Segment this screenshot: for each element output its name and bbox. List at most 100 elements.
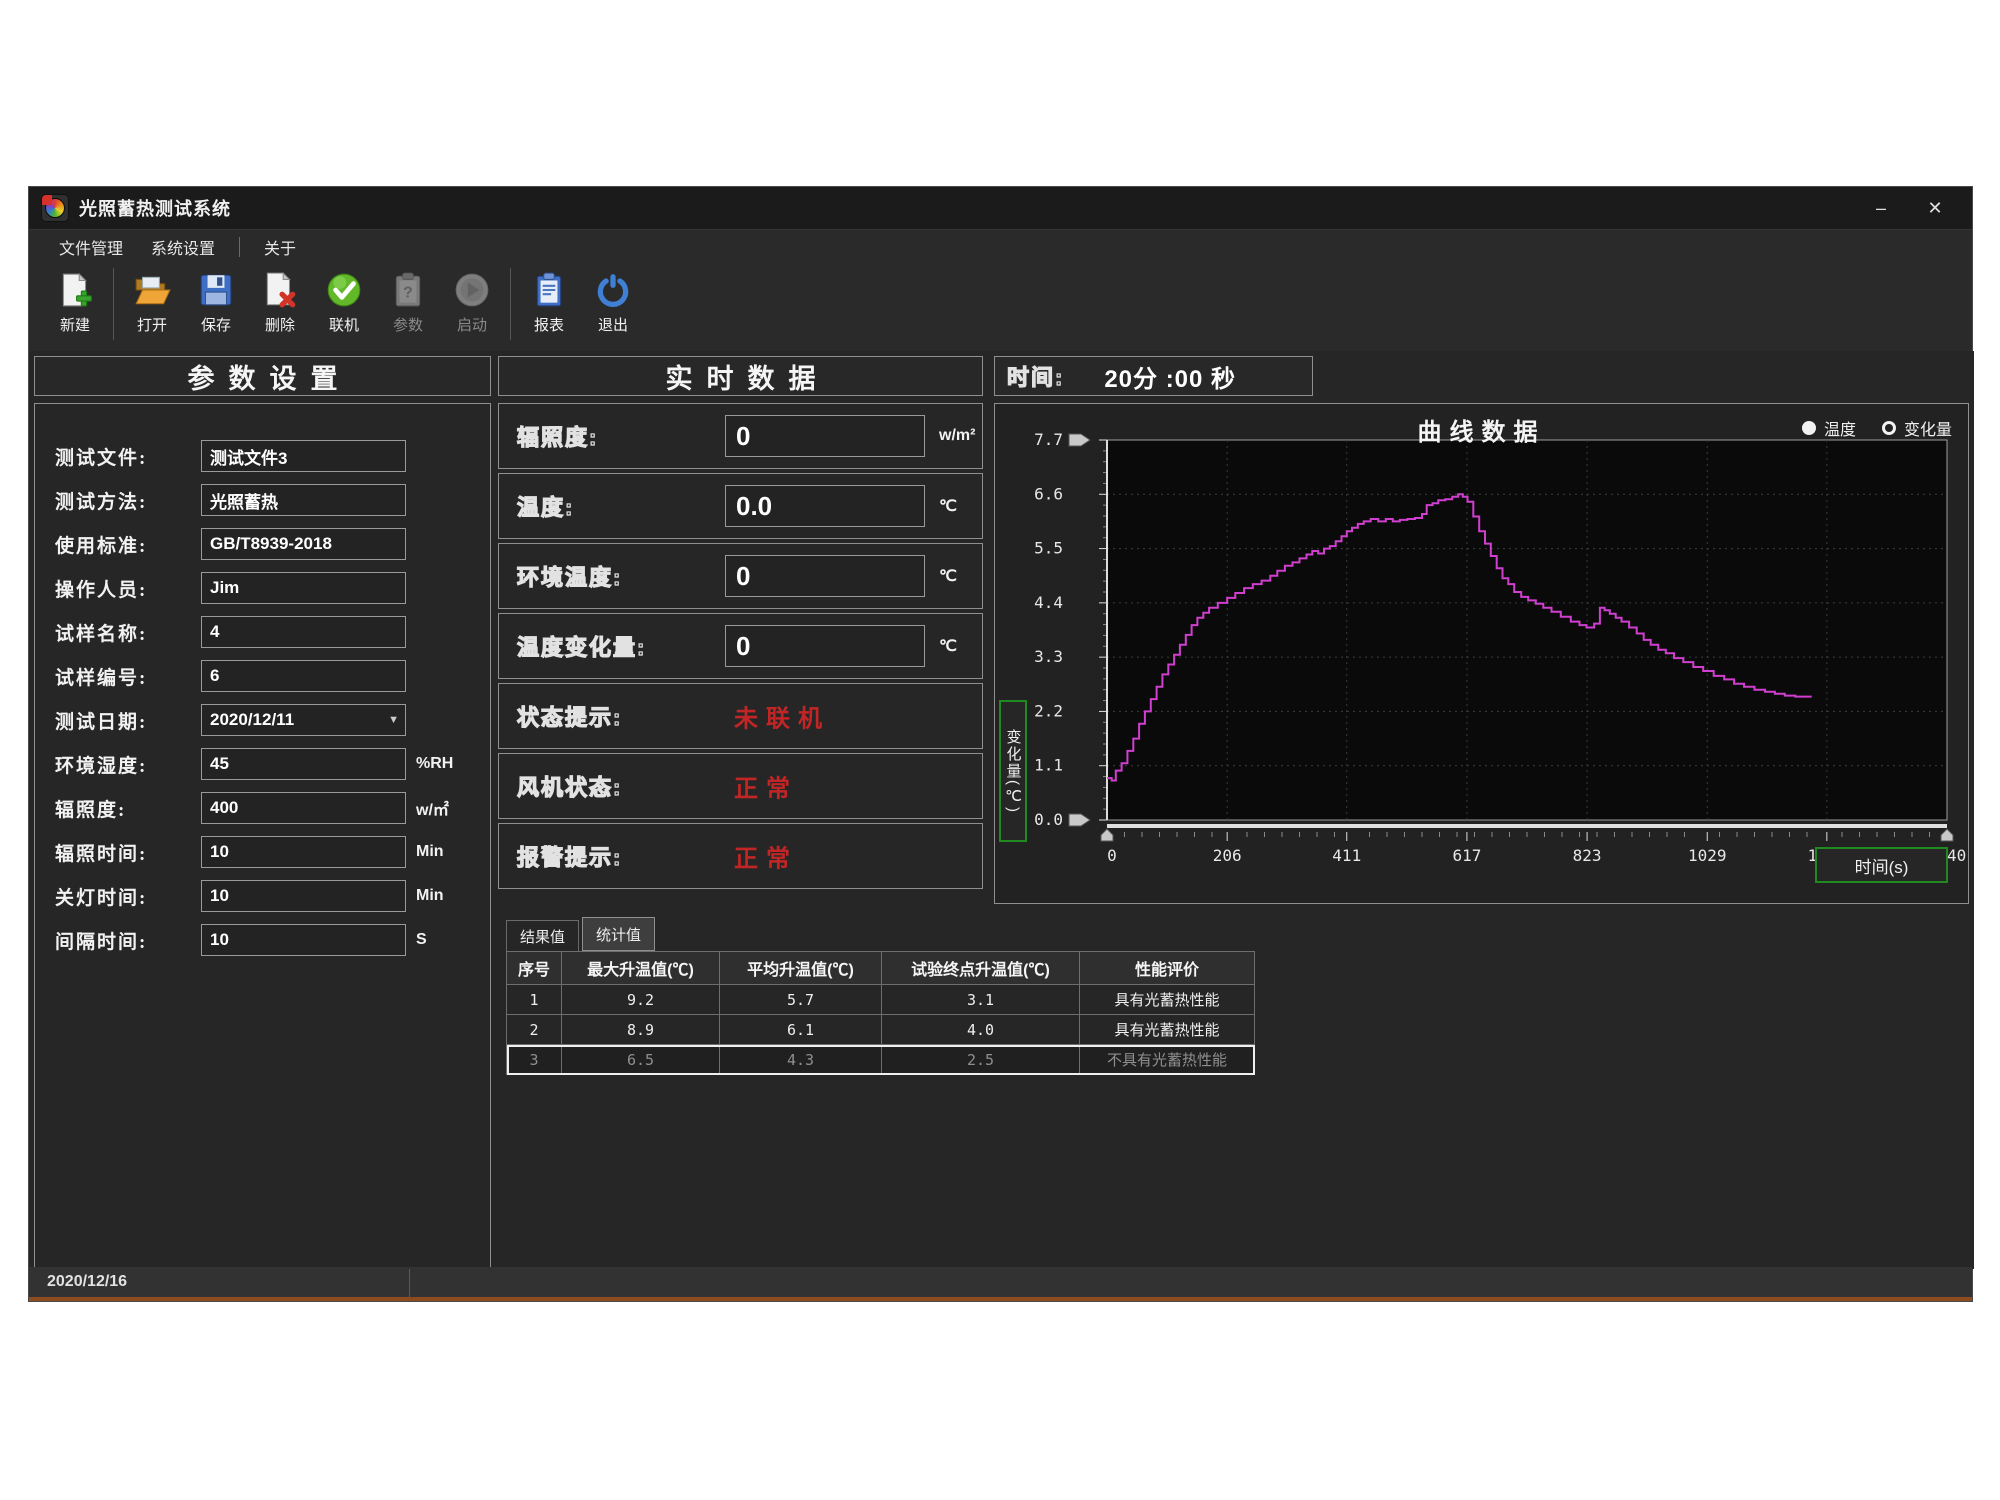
time-panel: 时间: 20分 :00 秒 <box>994 356 1313 396</box>
toolbar-new-doc-button[interactable]: 新建 <box>43 264 107 346</box>
param-text-input[interactable]: 10 <box>201 880 406 912</box>
param-value: 6 <box>202 666 219 686</box>
realtime-group-4: 温度变化量:0℃ <box>498 613 983 679</box>
menu-item-1[interactable]: 文件管理 <box>45 230 137 264</box>
param-text-input[interactable]: 45 <box>201 748 406 780</box>
result-row-1[interactable]: 19.25.73.1具有光蓄热性能 <box>507 985 1255 1015</box>
tab-result-values[interactable]: 结果值 <box>506 920 579 951</box>
app-window: 光照蓄热测试系统 – ✕ 文件管理系统设置关于 新建打开保存删除联机?参数启动报… <box>28 186 1973 1302</box>
x-slider-handle[interactable] <box>1101 829 1113 841</box>
param-text-input[interactable]: GB/T8939-2018 <box>201 528 406 560</box>
x-slider-handle[interactable] <box>1941 829 1953 841</box>
date-select[interactable]: 2020/12/11 <box>201 704 406 736</box>
realtime-value-box: 0 <box>725 625 925 667</box>
param-text-input[interactable]: 400 <box>201 792 406 824</box>
toolbar-button-label: 退出 <box>598 314 628 335</box>
menu-item-3[interactable]: 关于 <box>250 230 310 264</box>
toolbar-button-label: 报表 <box>534 314 564 335</box>
results-column-header: 最大升温值(℃) <box>562 952 720 985</box>
y-tick-label: 5.5 <box>1034 539 1063 558</box>
toolbar: 新建打开保存删除联机? 参数 启动 报表 退出 <box>29 264 1972 354</box>
param-value: 2020/12/11 <box>202 710 294 730</box>
toolbar-report-clipboard-button[interactable]: 报表 <box>517 264 581 346</box>
result-cell: 3.1 <box>882 985 1080 1015</box>
param-label: 试样名称: <box>35 619 201 646</box>
svg-text:?: ? <box>403 284 413 301</box>
param-unit: S <box>416 931 427 949</box>
param-row: 试样编号:6 <box>35 660 490 692</box>
results-column-header: 序号 <box>507 952 562 985</box>
toolbar-start-play-button: 启动 <box>440 264 504 346</box>
status-label: 状态提示: <box>517 700 622 732</box>
result-cell: 不具有光蓄热性能 <box>1080 1045 1255 1075</box>
y-slider-handle[interactable] <box>1069 814 1090 826</box>
param-label: 使用标准: <box>35 531 201 558</box>
param-text-input[interactable]: Jim <box>201 572 406 604</box>
legend-radio-temperature[interactable]: 温度 <box>1802 416 1856 440</box>
result-cell: 3 <box>507 1045 562 1075</box>
menu-item-2[interactable]: 系统设置 <box>137 230 229 264</box>
param-value: 10 <box>202 886 229 906</box>
delete-doc-icon <box>260 270 300 310</box>
y-tick-label: 1.1 <box>1034 756 1063 775</box>
toolbar-button-label: 删除 <box>265 314 295 335</box>
results-section: 结果值 统计值 序号最大升温值(℃)平均升温值(℃)试验终点升温值(℃)性能评价… <box>506 917 1255 1075</box>
param-unit: Min <box>416 887 444 905</box>
param-text-input[interactable]: 测试文件3 <box>201 440 406 472</box>
toolbar-exit-power-button[interactable]: 退出 <box>581 264 645 346</box>
status-group-3: 报警提示:正常 <box>498 823 983 889</box>
x-scroll-track[interactable] <box>1107 824 1947 828</box>
status-value: 未联机 <box>734 699 830 734</box>
time-value: 20分 :00 秒 <box>1104 359 1236 394</box>
result-cell: 2 <box>507 1015 562 1045</box>
toolbar-online-check-button[interactable]: 联机 <box>312 264 376 346</box>
toolbar-save-floppy-button[interactable]: 保存 <box>184 264 248 346</box>
param-text-input[interactable]: 10 <box>201 836 406 868</box>
x-axis-label: 时间(s) <box>1815 847 1948 883</box>
results-header-row: 序号最大升温值(℃)平均升温值(℃)试验终点升温值(℃)性能评价 <box>507 952 1255 985</box>
param-text-input[interactable]: 6 <box>201 660 406 692</box>
result-cell: 6.5 <box>562 1045 720 1075</box>
param-label: 辐照度: <box>35 795 201 822</box>
minimize-button[interactable]: – <box>1858 192 1904 224</box>
result-cell: 具有光蓄热性能 <box>1080 1015 1255 1045</box>
param-row: 试样名称:4 <box>35 616 490 648</box>
realtime-value-box: 0.0 <box>725 485 925 527</box>
param-label: 间隔时间: <box>35 927 201 954</box>
close-button[interactable]: ✕ <box>1912 192 1958 224</box>
realtime-unit: w/m² <box>939 427 975 445</box>
realtime-value-box: 0 <box>725 555 925 597</box>
toolbar-open-folder-button[interactable]: 打开 <box>120 264 184 346</box>
y-tick-label: 4.4 <box>1034 593 1063 612</box>
toolbar-button-label: 参数 <box>393 314 423 335</box>
toolbar-params-clipboard-button: ? 参数 <box>376 264 440 346</box>
status-value: 正常 <box>734 839 798 874</box>
plot-area <box>1107 440 1947 820</box>
param-row: 辐照度:400w/㎡ <box>35 792 490 824</box>
tab-statistics[interactable]: 统计值 <box>582 917 655 951</box>
result-cell: 8.9 <box>562 1015 720 1045</box>
toolbar-delete-doc-button[interactable]: 删除 <box>248 264 312 346</box>
param-text-input[interactable]: 光照蓄热 <box>201 484 406 516</box>
new-doc-icon <box>55 270 95 310</box>
x-tick-label: 617 <box>1452 846 1481 865</box>
status-group-2: 风机状态:正常 <box>498 753 983 819</box>
param-text-input[interactable]: 10 <box>201 924 406 956</box>
x-tick-label: 411 <box>1332 846 1361 865</box>
realtime-value: 0.0 <box>726 491 772 522</box>
toolbar-button-label: 启动 <box>457 314 487 335</box>
param-value: 400 <box>202 798 238 818</box>
results-tabs: 结果值 统计值 <box>506 917 1255 951</box>
param-row: 测试文件:测试文件3 <box>35 440 490 472</box>
param-label: 测试日期: <box>35 707 201 734</box>
results-column-header: 试验终点升温值(℃) <box>882 952 1080 985</box>
result-row-3[interactable]: 36.54.32.5不具有光蓄热性能 <box>507 1045 1255 1075</box>
results-column-header: 平均升温值(℃) <box>720 952 882 985</box>
param-text-input[interactable]: 4 <box>201 616 406 648</box>
result-row-2[interactable]: 28.96.14.0具有光蓄热性能 <box>507 1015 1255 1045</box>
exit-power-icon <box>593 270 633 310</box>
realtime-value: 0 <box>726 421 750 452</box>
legend-radio-change[interactable]: 变化量 <box>1882 416 1952 440</box>
save-floppy-icon <box>196 270 236 310</box>
online-check-icon <box>324 270 364 310</box>
